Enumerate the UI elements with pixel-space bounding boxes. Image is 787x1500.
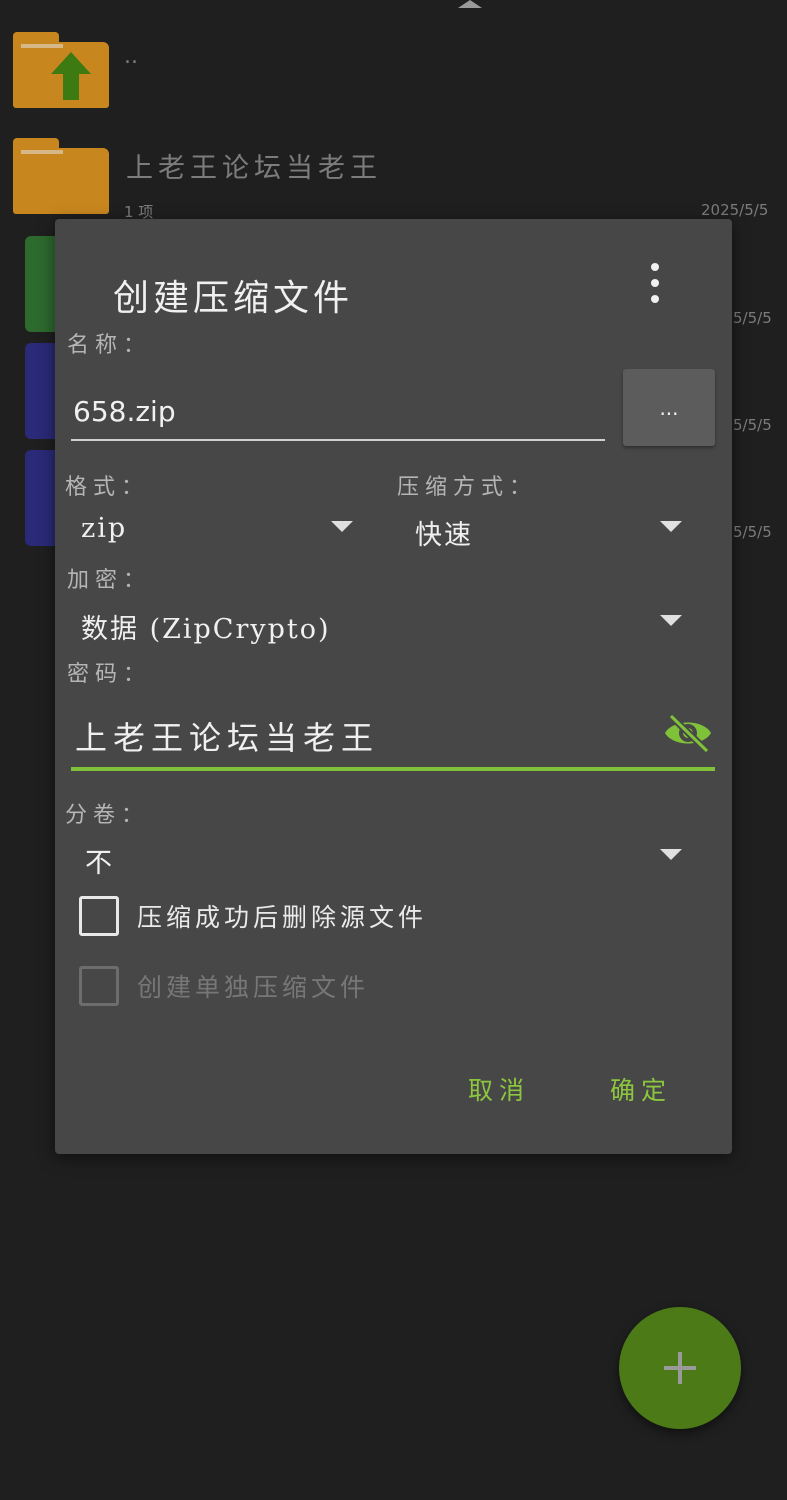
format-select[interactable]: zip xyxy=(81,509,353,553)
parent-label: .. xyxy=(124,44,138,69)
folder-name: 上老王论坛当老王 xyxy=(126,153,382,184)
method-value: 快速 xyxy=(415,520,473,551)
password-value: 上老王论坛当老王 xyxy=(75,719,380,757)
password-label: 密码： xyxy=(67,662,152,687)
row-date: 5/5/5 xyxy=(733,309,772,327)
password-input[interactable]: 上老王论坛当老王 xyxy=(71,709,715,771)
more-vert-icon[interactable] xyxy=(643,263,667,303)
folder-icon xyxy=(13,138,109,214)
chevron-down-icon xyxy=(660,615,682,626)
chevron-down-icon xyxy=(660,521,682,532)
create-archive-dialog: 创建压缩文件 名称： 658.zip ... 格式： 压缩方式： zip 快速 … xyxy=(55,219,732,1154)
folder-up-icon xyxy=(13,32,109,108)
sort-arrow-icon xyxy=(458,0,482,8)
browse-button[interactable]: ... xyxy=(623,369,715,446)
method-label: 压缩方式： xyxy=(397,475,538,500)
split-value: 不 xyxy=(85,848,114,879)
chevron-down-icon xyxy=(331,521,353,532)
eye-off-icon[interactable] xyxy=(663,713,713,753)
encryption-value: 数据 (ZipCrypto) xyxy=(81,614,331,645)
plus-icon xyxy=(678,1352,682,1384)
split-select[interactable]: 不 xyxy=(85,837,685,881)
format-value: zip xyxy=(81,513,128,544)
encryption-label: 加密： xyxy=(67,568,152,593)
cancel-button[interactable]: 取消 xyxy=(468,1071,530,1107)
method-select[interactable]: 快速 xyxy=(415,509,685,553)
dialog-title: 创建压缩文件 xyxy=(113,278,354,319)
name-label: 名称： xyxy=(67,333,152,358)
chevron-down-icon xyxy=(660,849,682,860)
ok-button[interactable]: 确定 xyxy=(610,1071,672,1107)
encryption-select[interactable]: 数据 (ZipCrypto) xyxy=(81,603,685,647)
row-date: 5/5/5 xyxy=(733,523,772,541)
archive-name-input[interactable]: 658.zip xyxy=(71,389,605,441)
folder-date: 2025/5/5 xyxy=(701,201,769,219)
split-label: 分卷： xyxy=(65,803,150,828)
checkbox-icon[interactable] xyxy=(79,896,119,936)
separate-archive-label: 创建单独压缩文件 xyxy=(137,973,370,1002)
delete-source-label: 压缩成功后删除源文件 xyxy=(137,903,428,932)
archive-name-value: 658.zip xyxy=(73,395,176,428)
checkbox-icon xyxy=(79,966,119,1006)
row-date: 5/5/5 xyxy=(733,416,772,434)
add-fab-button[interactable] xyxy=(619,1307,741,1429)
format-label: 格式： xyxy=(65,475,150,500)
